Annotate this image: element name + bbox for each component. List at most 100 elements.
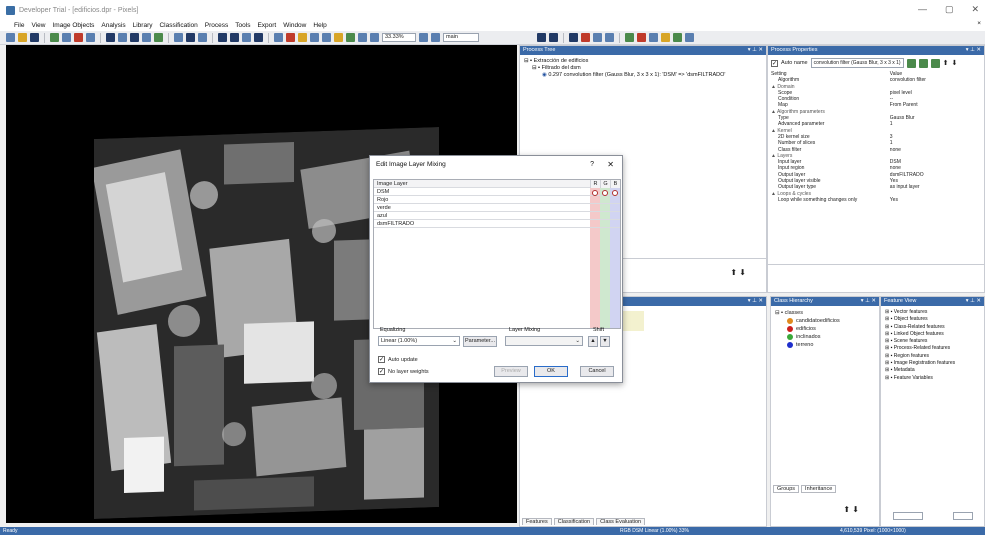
feature-item[interactable]: ⊞ ▪ Object features [885,316,980,323]
toolbar-tool-icon[interactable] [334,33,343,42]
tree-node-selected[interactable]: ◉ 0.297 convolution filter (Gauss Blur, … [524,72,762,79]
add-icon[interactable] [906,58,916,68]
shift-up-button[interactable]: ▲ [588,336,598,347]
tab-features[interactable]: Features [522,518,552,525]
class-item[interactable]: inclinados [771,333,879,341]
toolbar-tool-icon[interactable] [637,33,646,42]
menu-tools[interactable]: Tools [235,22,250,29]
toolbar-tool-icon[interactable] [310,33,319,42]
tree-node[interactable]: ⊟ ▪ Extracción de edificios [524,58,762,65]
no-layer-weights-checkbox[interactable]: ✓ No layer weights [378,368,429,375]
feature-item[interactable]: ⊞ ▪ Class-Related features [885,324,980,331]
menu-library[interactable]: Library [133,22,153,29]
toolbar-tool-icon[interactable] [286,33,295,42]
toolbar-tool-icon[interactable] [322,33,331,42]
toolbar-tool-icon[interactable] [118,33,127,42]
toolbar-tool-icon[interactable] [50,33,59,42]
stop-icon[interactable] [581,33,590,42]
feature-item[interactable]: ⊞ ▪ Linked Object features [885,331,980,338]
menu-classification[interactable]: Classification [159,22,197,29]
maximize-button[interactable]: ▢ [945,4,954,15]
parameter-button[interactable]: Parameter... [463,336,497,347]
toolbar-tool-icon[interactable] [106,33,115,42]
property-row[interactable]: Loop while something changes only Yes [768,197,984,203]
toolbar-tool-icon[interactable] [661,33,670,42]
feature-item[interactable]: ⊞ ▪ Region features [885,353,980,360]
open-project-icon[interactable] [18,33,27,42]
zoom-in-icon[interactable] [370,33,379,42]
toolbar-tool-icon[interactable] [569,33,578,42]
toolbar-tool-icon[interactable] [431,33,440,42]
feature-item[interactable]: ⊞ ▪ Vector features [885,309,980,316]
toolbar-tool-icon[interactable] [274,33,283,42]
toolbar-tool-icon[interactable] [62,33,71,42]
auto-name-checkbox[interactable]: ✓ Auto name [771,59,808,67]
move-up-down-icons[interactable]: ⬆ ⬇ [843,505,859,514]
tab-inheritance[interactable]: Inheritance [801,485,837,493]
feature-item[interactable]: ⊞ ▪ Scene features [885,338,980,345]
panel-controls-icon[interactable]: ▾ ⊥ ✕ [966,297,981,306]
equalizing-select[interactable]: Linear (1.00%) ⌄ [378,336,460,346]
save-project-icon[interactable] [30,33,39,42]
feature-filter-input[interactable] [893,512,923,520]
new-project-icon[interactable] [6,33,15,42]
menu-help[interactable]: Help [313,22,326,29]
move-up-icon[interactable]: ⬆ [943,59,949,67]
toolbar-tool-icon[interactable] [130,33,139,42]
feature-item[interactable]: ⊞ ▪ Process-Related features [885,345,980,352]
back-icon[interactable] [918,58,928,68]
feature-range-input[interactable] [953,512,973,520]
tab-class-evaluation[interactable]: Class Evaluation [596,518,646,525]
menu-view[interactable]: View [31,22,45,29]
class-item[interactable]: terreno [771,341,879,349]
toolbar-tool-icon[interactable] [673,33,682,42]
redo-icon[interactable] [605,33,614,42]
auto-name-field[interactable]: convolution filter (Gauss Blur, 3 x 3 x … [810,58,904,68]
class-root[interactable]: ⊟ ▪ classes [771,306,879,317]
undo-icon[interactable] [593,33,602,42]
panel-controls-icon[interactable]: ▾ ⊥ ✕ [748,297,763,306]
toolbar-tool-icon[interactable] [625,33,634,42]
zoom-out-icon[interactable] [358,33,367,42]
shift-down-button[interactable]: ▼ [600,336,610,347]
toolbar-tool-icon[interactable] [218,33,227,42]
menu-analysis[interactable]: Analysis [101,22,125,29]
toolbar-tool-icon[interactable] [242,33,251,42]
tab-groups[interactable]: Groups [773,485,800,493]
help-button[interactable]: ? [590,156,594,174]
layer-row[interactable]: DSM [374,188,620,196]
map-select[interactable]: main [443,33,479,42]
layer-row[interactable]: Rojo [374,196,620,204]
toolbar-tool-icon[interactable] [186,33,195,42]
toolbar-tool-icon[interactable] [254,33,263,42]
layer-mixing-select[interactable]: ⌄ [505,336,583,346]
panel-controls-icon[interactable]: ▾ ⊥ ✕ [966,46,981,55]
minimize-button[interactable]: — [918,4,927,15]
class-item[interactable]: candidatoedificios [771,317,879,325]
layer-row[interactable]: verde [374,204,620,212]
menu-window[interactable]: Window [283,22,306,29]
toolbar-tool-icon[interactable] [649,33,658,42]
toolbar-tool-icon[interactable] [685,33,694,42]
toolbar-tool-icon[interactable] [419,33,428,42]
menu-image-objects[interactable]: Image Objects [52,22,94,29]
dialog-close-button[interactable]: ✕ [607,156,614,174]
feature-item[interactable]: ⊞ ▪ Image Registration features [885,360,980,367]
ok-button[interactable]: OK [534,366,568,377]
move-down-icon[interactable]: ⬇ [951,59,957,67]
close-window-button[interactable]: ✕ [971,4,979,15]
auto-update-checkbox[interactable]: ✓ Auto update [378,356,418,363]
menu-export[interactable]: Export [257,22,276,29]
close-document-icon[interactable]: × [977,20,981,27]
move-up-down-icons[interactable]: ⬆ ⬇ [730,268,746,277]
execute-icon[interactable] [930,58,940,68]
preview-button[interactable]: Preview [494,366,528,377]
toolbar-tool-icon[interactable] [198,33,207,42]
toolbar-tool-icon[interactable] [142,33,151,42]
menu-process[interactable]: Process [205,22,228,29]
toolbar-tool-icon[interactable] [174,33,183,42]
cancel-button[interactable]: Cancel [580,366,614,377]
panel-controls-icon[interactable]: ▾ ⊥ ✕ [748,46,763,55]
panel-controls-icon[interactable]: ▾ ⊥ ✕ [861,297,876,306]
layer-row[interactable]: dsmFILTRADO [374,220,620,228]
